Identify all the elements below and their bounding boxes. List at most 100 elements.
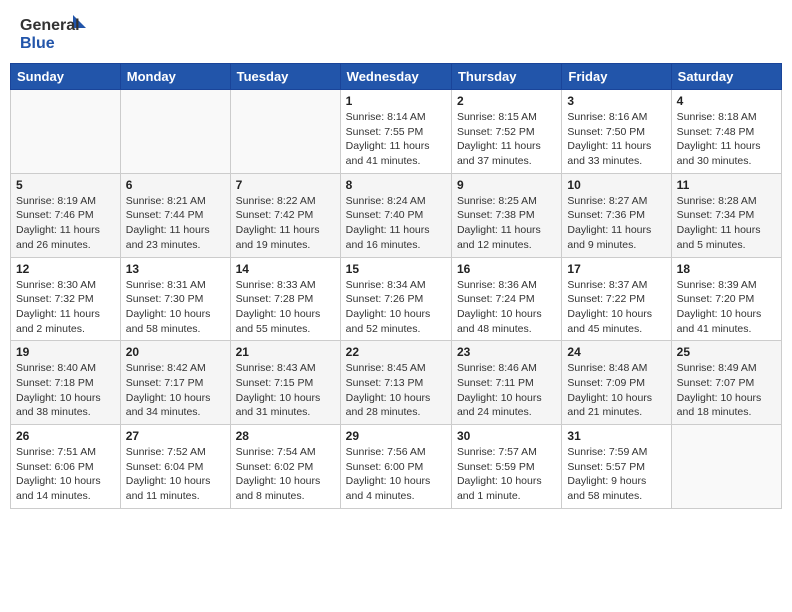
day-number: 23 <box>457 345 556 359</box>
calendar-day-17: 17 Sunrise: 8:37 AM Sunset: 7:22 PM Dayli… <box>562 257 671 341</box>
day-info: Sunrise: 7:51 AM Sunset: 6:06 PM Dayligh… <box>16 445 115 504</box>
calendar-empty-cell <box>671 425 781 509</box>
day-info: Sunrise: 8:30 AM Sunset: 7:32 PM Dayligh… <box>16 278 115 337</box>
calendar-table: SundayMondayTuesdayWednesdayThursdayFrid… <box>10 63 782 509</box>
calendar-day-23: 23 Sunrise: 8:46 AM Sunset: 7:11 PM Dayli… <box>451 341 561 425</box>
calendar-empty-cell <box>120 90 230 174</box>
calendar-day-6: 6 Sunrise: 8:21 AM Sunset: 7:44 PM Daylig… <box>120 173 230 257</box>
day-info: Sunrise: 8:49 AM Sunset: 7:07 PM Dayligh… <box>677 361 776 420</box>
day-number: 27 <box>126 429 225 443</box>
calendar-day-27: 27 Sunrise: 7:52 AM Sunset: 6:04 PM Dayli… <box>120 425 230 509</box>
day-info: Sunrise: 8:43 AM Sunset: 7:15 PM Dayligh… <box>236 361 335 420</box>
calendar-empty-cell <box>230 90 340 174</box>
day-info: Sunrise: 7:56 AM Sunset: 6:00 PM Dayligh… <box>346 445 446 504</box>
day-info: Sunrise: 8:37 AM Sunset: 7:22 PM Dayligh… <box>567 278 665 337</box>
calendar-week-row: 19 Sunrise: 8:40 AM Sunset: 7:18 PM Dayli… <box>11 341 782 425</box>
day-number: 12 <box>16 262 115 276</box>
day-info: Sunrise: 7:57 AM Sunset: 5:59 PM Dayligh… <box>457 445 556 504</box>
generalblue-logo: GeneralBlue <box>18 10 88 55</box>
day-number: 26 <box>16 429 115 443</box>
day-number: 19 <box>16 345 115 359</box>
calendar-day-31: 31Sunrise: 7:59 AM Sunset: 5:57 PM Dayli… <box>562 425 671 509</box>
day-number: 21 <box>236 345 335 359</box>
calendar-week-row: 5 Sunrise: 8:19 AM Sunset: 7:46 PM Daylig… <box>11 173 782 257</box>
calendar-day-1: 1 Sunrise: 8:14 AM Sunset: 7:55 PM Daylig… <box>340 90 451 174</box>
calendar-day-26: 26 Sunrise: 7:51 AM Sunset: 6:06 PM Dayli… <box>11 425 121 509</box>
calendar-day-8: 8 Sunrise: 8:24 AM Sunset: 7:40 PM Daylig… <box>340 173 451 257</box>
day-number: 14 <box>236 262 335 276</box>
day-info: Sunrise: 8:46 AM Sunset: 7:11 PM Dayligh… <box>457 361 556 420</box>
day-number: 17 <box>567 262 665 276</box>
calendar-day-7: 7 Sunrise: 8:22 AM Sunset: 7:42 PM Daylig… <box>230 173 340 257</box>
calendar-day-14: 14Sunrise: 8:33 AM Sunset: 7:28 PM Dayli… <box>230 257 340 341</box>
calendar-week-row: 26 Sunrise: 7:51 AM Sunset: 6:06 PM Dayli… <box>11 425 782 509</box>
svg-text:General: General <box>20 17 80 34</box>
col-header-monday: Monday <box>120 64 230 90</box>
day-info: Sunrise: 8:31 AM Sunset: 7:30 PM Dayligh… <box>126 278 225 337</box>
calendar-day-18: 18Sunrise: 8:39 AM Sunset: 7:20 PM Dayli… <box>671 257 781 341</box>
calendar-day-19: 19 Sunrise: 8:40 AM Sunset: 7:18 PM Dayli… <box>11 341 121 425</box>
day-number: 5 <box>16 178 115 192</box>
calendar-day-2: 2Sunrise: 8:15 AM Sunset: 7:52 PM Daylig… <box>451 90 561 174</box>
calendar-day-25: 25 Sunrise: 8:49 AM Sunset: 7:07 PM Dayli… <box>671 341 781 425</box>
day-number: 7 <box>236 178 335 192</box>
col-header-wednesday: Wednesday <box>340 64 451 90</box>
calendar-day-22: 22 Sunrise: 8:45 AM Sunset: 7:13 PM Dayli… <box>340 341 451 425</box>
calendar-day-5: 5 Sunrise: 8:19 AM Sunset: 7:46 PM Daylig… <box>11 173 121 257</box>
svg-text:Blue: Blue <box>20 35 55 52</box>
day-number: 24 <box>567 345 665 359</box>
day-number: 2 <box>457 94 556 108</box>
calendar-day-24: 24 Sunrise: 8:48 AM Sunset: 7:09 PM Dayli… <box>562 341 671 425</box>
day-info: Sunrise: 8:22 AM Sunset: 7:42 PM Dayligh… <box>236 194 335 253</box>
calendar-day-12: 12 Sunrise: 8:30 AM Sunset: 7:32 PM Dayli… <box>11 257 121 341</box>
logo: GeneralBlue <box>18 10 88 55</box>
col-header-friday: Friday <box>562 64 671 90</box>
day-info: Sunrise: 8:36 AM Sunset: 7:24 PM Dayligh… <box>457 278 556 337</box>
calendar-day-20: 20Sunrise: 8:42 AM Sunset: 7:17 PM Dayli… <box>120 341 230 425</box>
calendar-day-9: 9Sunrise: 8:25 AM Sunset: 7:38 PM Daylig… <box>451 173 561 257</box>
day-info: Sunrise: 8:40 AM Sunset: 7:18 PM Dayligh… <box>16 361 115 420</box>
col-header-saturday: Saturday <box>671 64 781 90</box>
day-info: Sunrise: 8:21 AM Sunset: 7:44 PM Dayligh… <box>126 194 225 253</box>
day-number: 15 <box>346 262 446 276</box>
day-number: 31 <box>567 429 665 443</box>
day-info: Sunrise: 8:16 AM Sunset: 7:50 PM Dayligh… <box>567 110 665 169</box>
calendar-day-16: 16 Sunrise: 8:36 AM Sunset: 7:24 PM Dayli… <box>451 257 561 341</box>
day-number: 25 <box>677 345 776 359</box>
day-number: 4 <box>677 94 776 108</box>
day-info: Sunrise: 8:14 AM Sunset: 7:55 PM Dayligh… <box>346 110 446 169</box>
day-info: Sunrise: 8:42 AM Sunset: 7:17 PM Dayligh… <box>126 361 225 420</box>
header: GeneralBlue <box>10 10 782 55</box>
day-number: 16 <box>457 262 556 276</box>
day-number: 1 <box>346 94 446 108</box>
day-number: 10 <box>567 178 665 192</box>
day-info: Sunrise: 7:52 AM Sunset: 6:04 PM Dayligh… <box>126 445 225 504</box>
day-number: 22 <box>346 345 446 359</box>
calendar-header-row: SundayMondayTuesdayWednesdayThursdayFrid… <box>11 64 782 90</box>
calendar-day-4: 4Sunrise: 8:18 AM Sunset: 7:48 PM Daylig… <box>671 90 781 174</box>
calendar-day-13: 13 Sunrise: 8:31 AM Sunset: 7:30 PM Dayli… <box>120 257 230 341</box>
day-number: 3 <box>567 94 665 108</box>
calendar-empty-cell <box>11 90 121 174</box>
day-info: Sunrise: 8:27 AM Sunset: 7:36 PM Dayligh… <box>567 194 665 253</box>
calendar-day-28: 28Sunrise: 7:54 AM Sunset: 6:02 PM Dayli… <box>230 425 340 509</box>
day-number: 8 <box>346 178 446 192</box>
col-header-thursday: Thursday <box>451 64 561 90</box>
calendar-day-29: 29 Sunrise: 7:56 AM Sunset: 6:00 PM Dayli… <box>340 425 451 509</box>
calendar-day-15: 15 Sunrise: 8:34 AM Sunset: 7:26 PM Dayli… <box>340 257 451 341</box>
day-info: Sunrise: 8:25 AM Sunset: 7:38 PM Dayligh… <box>457 194 556 253</box>
day-info: Sunrise: 8:45 AM Sunset: 7:13 PM Dayligh… <box>346 361 446 420</box>
day-number: 13 <box>126 262 225 276</box>
day-number: 28 <box>236 429 335 443</box>
day-info: Sunrise: 8:48 AM Sunset: 7:09 PM Dayligh… <box>567 361 665 420</box>
day-info: Sunrise: 8:34 AM Sunset: 7:26 PM Dayligh… <box>346 278 446 337</box>
day-number: 11 <box>677 178 776 192</box>
day-info: Sunrise: 8:24 AM Sunset: 7:40 PM Dayligh… <box>346 194 446 253</box>
col-header-sunday: Sunday <box>11 64 121 90</box>
calendar-week-row: 12 Sunrise: 8:30 AM Sunset: 7:32 PM Dayli… <box>11 257 782 341</box>
day-info: Sunrise: 8:28 AM Sunset: 7:34 PM Dayligh… <box>677 194 776 253</box>
day-info: Sunrise: 8:19 AM Sunset: 7:46 PM Dayligh… <box>16 194 115 253</box>
day-number: 6 <box>126 178 225 192</box>
day-number: 29 <box>346 429 446 443</box>
calendar-week-row: 1 Sunrise: 8:14 AM Sunset: 7:55 PM Daylig… <box>11 90 782 174</box>
